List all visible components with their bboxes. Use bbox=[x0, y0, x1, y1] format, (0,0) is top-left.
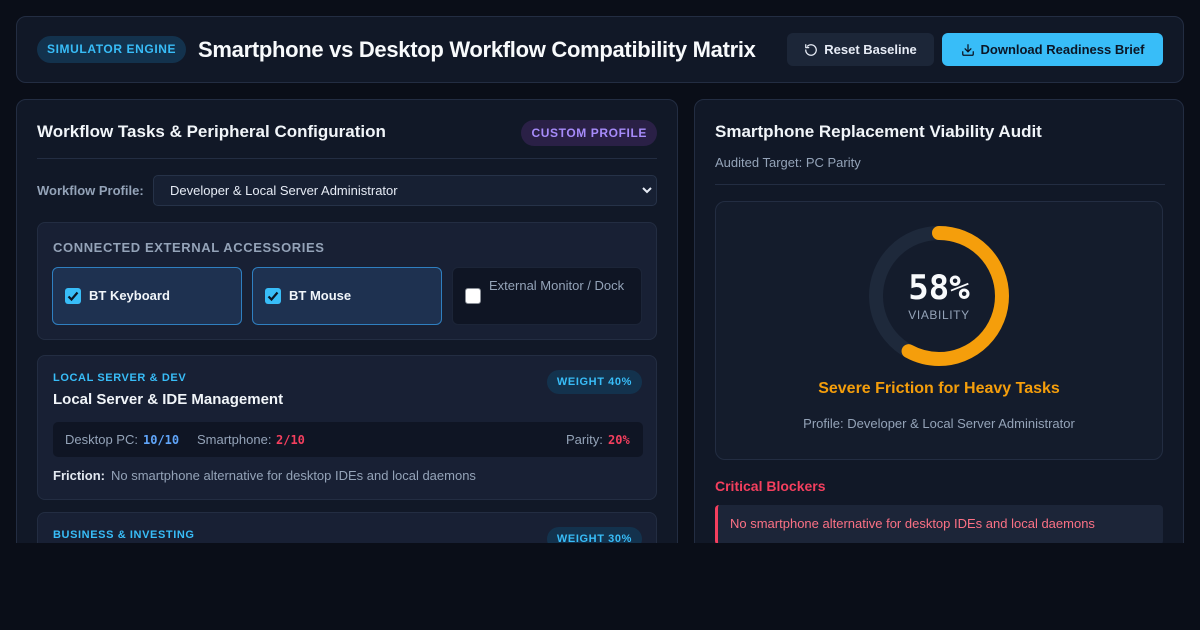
engine-badge: SIMULATOR ENGINE bbox=[37, 36, 187, 63]
task-category: BUSINESS & INVESTING bbox=[53, 529, 195, 541]
page-title: Smartphone vs Desktop Workflow Compatibi… bbox=[198, 37, 756, 62]
desktop-label: Desktop PC: bbox=[65, 432, 138, 447]
parity-label: Parity: bbox=[566, 432, 603, 447]
download-brief-label: Download Readiness Brief bbox=[980, 42, 1145, 57]
viability-gauge-card: 58% VIABILITY Severe Friction for Heavy … bbox=[715, 201, 1163, 460]
checkbox-unchecked[interactable] bbox=[465, 288, 481, 304]
workflow-profile-value: Developer & Local Server Administrator bbox=[170, 183, 398, 198]
accessory-bt-keyboard[interactable]: BT Keyboard bbox=[52, 267, 242, 325]
reset-baseline-label: Reset Baseline bbox=[824, 42, 917, 57]
top-header: SIMULATOR ENGINE Smartphone vs Desktop W… bbox=[16, 16, 1184, 83]
custom-profile-badge: CUSTOM PROFILE bbox=[521, 120, 657, 146]
audit-target: Audited Target: PC Parity bbox=[715, 155, 861, 170]
divider bbox=[715, 184, 1165, 185]
checkbox-checked[interactable] bbox=[265, 288, 281, 304]
task-card-local-server: LOCAL SERVER & DEV WEIGHT 40% Local Serv… bbox=[37, 355, 657, 500]
accessory-label: BT Mouse bbox=[289, 288, 352, 303]
smartphone-label: Smartphone: bbox=[197, 432, 272, 447]
accessories-section: CONNECTED EXTERNAL ACCESSORIES BT Keyboa… bbox=[37, 222, 657, 340]
parity-value: 20% bbox=[608, 433, 630, 447]
viability-label: VIABILITY bbox=[908, 308, 970, 322]
accessory-bt-mouse[interactable]: BT Mouse bbox=[252, 267, 442, 325]
task-title: Local Server & IDE Management bbox=[53, 391, 284, 408]
workflow-profile-label: Workflow Profile: bbox=[37, 183, 144, 198]
download-icon bbox=[961, 43, 975, 57]
critical-blockers-title: Critical Blockers bbox=[715, 478, 826, 494]
page-background bbox=[0, 543, 1200, 630]
accessory-label: External Monitor / Dock bbox=[489, 278, 625, 293]
weight-badge: WEIGHT 40% bbox=[546, 370, 642, 394]
audit-title: Smartphone Replacement Viability Audit bbox=[715, 122, 1042, 141]
verdict-text: Severe Friction for Heavy Tasks bbox=[818, 380, 1060, 397]
viability-percent: 58% bbox=[908, 268, 970, 308]
accessory-label: BT Keyboard bbox=[89, 288, 170, 303]
viability-audit-panel: Smartphone Replacement Viability Audit A… bbox=[694, 99, 1184, 559]
friction-line: Friction: No smartphone alternative for d… bbox=[53, 468, 476, 483]
accessories-title: CONNECTED EXTERNAL ACCESSORIES bbox=[53, 240, 325, 255]
blocker-item: No smartphone alternative for desktop ID… bbox=[715, 505, 1163, 545]
divider bbox=[37, 158, 657, 159]
friction-label: Friction: bbox=[53, 468, 105, 483]
accessory-external-monitor[interactable]: External Monitor / Dock bbox=[452, 267, 642, 325]
checkmark-icon bbox=[67, 291, 79, 302]
panel-title: Workflow Tasks & Peripheral Configuratio… bbox=[37, 122, 386, 141]
desktop-score: 10/10 bbox=[143, 433, 180, 447]
workflow-profile-select[interactable]: Developer & Local Server Administrator bbox=[153, 175, 657, 206]
profile-line: Profile: Developer & Local Server Admini… bbox=[803, 416, 1075, 431]
reset-baseline-button[interactable]: Reset Baseline bbox=[787, 33, 934, 66]
chevron-down-icon bbox=[640, 176, 654, 215]
checkmark-icon bbox=[267, 291, 279, 302]
friction-text: No smartphone alternative for desktop ID… bbox=[111, 468, 476, 483]
score-row: Desktop PC: 10/10 Smartphone: 2/10 Parit… bbox=[53, 422, 643, 457]
task-category: LOCAL SERVER & DEV bbox=[53, 372, 187, 384]
checkbox-checked[interactable] bbox=[65, 288, 81, 304]
workflow-config-panel: Workflow Tasks & Peripheral Configuratio… bbox=[16, 99, 678, 592]
reset-icon bbox=[804, 43, 818, 57]
smartphone-score: 2/10 bbox=[276, 433, 305, 447]
download-brief-button[interactable]: Download Readiness Brief bbox=[942, 33, 1163, 66]
